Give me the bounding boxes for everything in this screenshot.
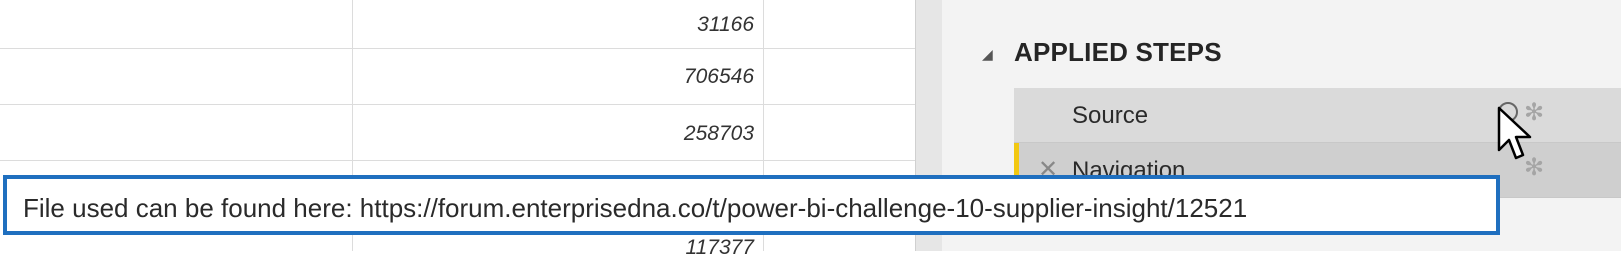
table-cell[interactable]: 706546 [355, 65, 754, 89]
mouse-cursor-icon [1497, 106, 1532, 160]
table-cell[interactable]: 31166 [355, 13, 754, 37]
row-divider [0, 48, 915, 49]
applied-steps-title: APPLIED STEPS [1014, 37, 1222, 67]
row-divider [0, 160, 915, 161]
row-divider [0, 104, 915, 105]
table-cell[interactable]: 117377 [355, 236, 754, 260]
caption-box: File used can be found here: https://for… [3, 175, 1500, 235]
table-cell[interactable]: 258703 [355, 122, 754, 146]
collapse-triangle-icon[interactable]: ◢ [982, 46, 993, 63]
caption-text: File used can be found here: https://for… [23, 193, 1248, 223]
step-label: Source [1072, 102, 1149, 129]
